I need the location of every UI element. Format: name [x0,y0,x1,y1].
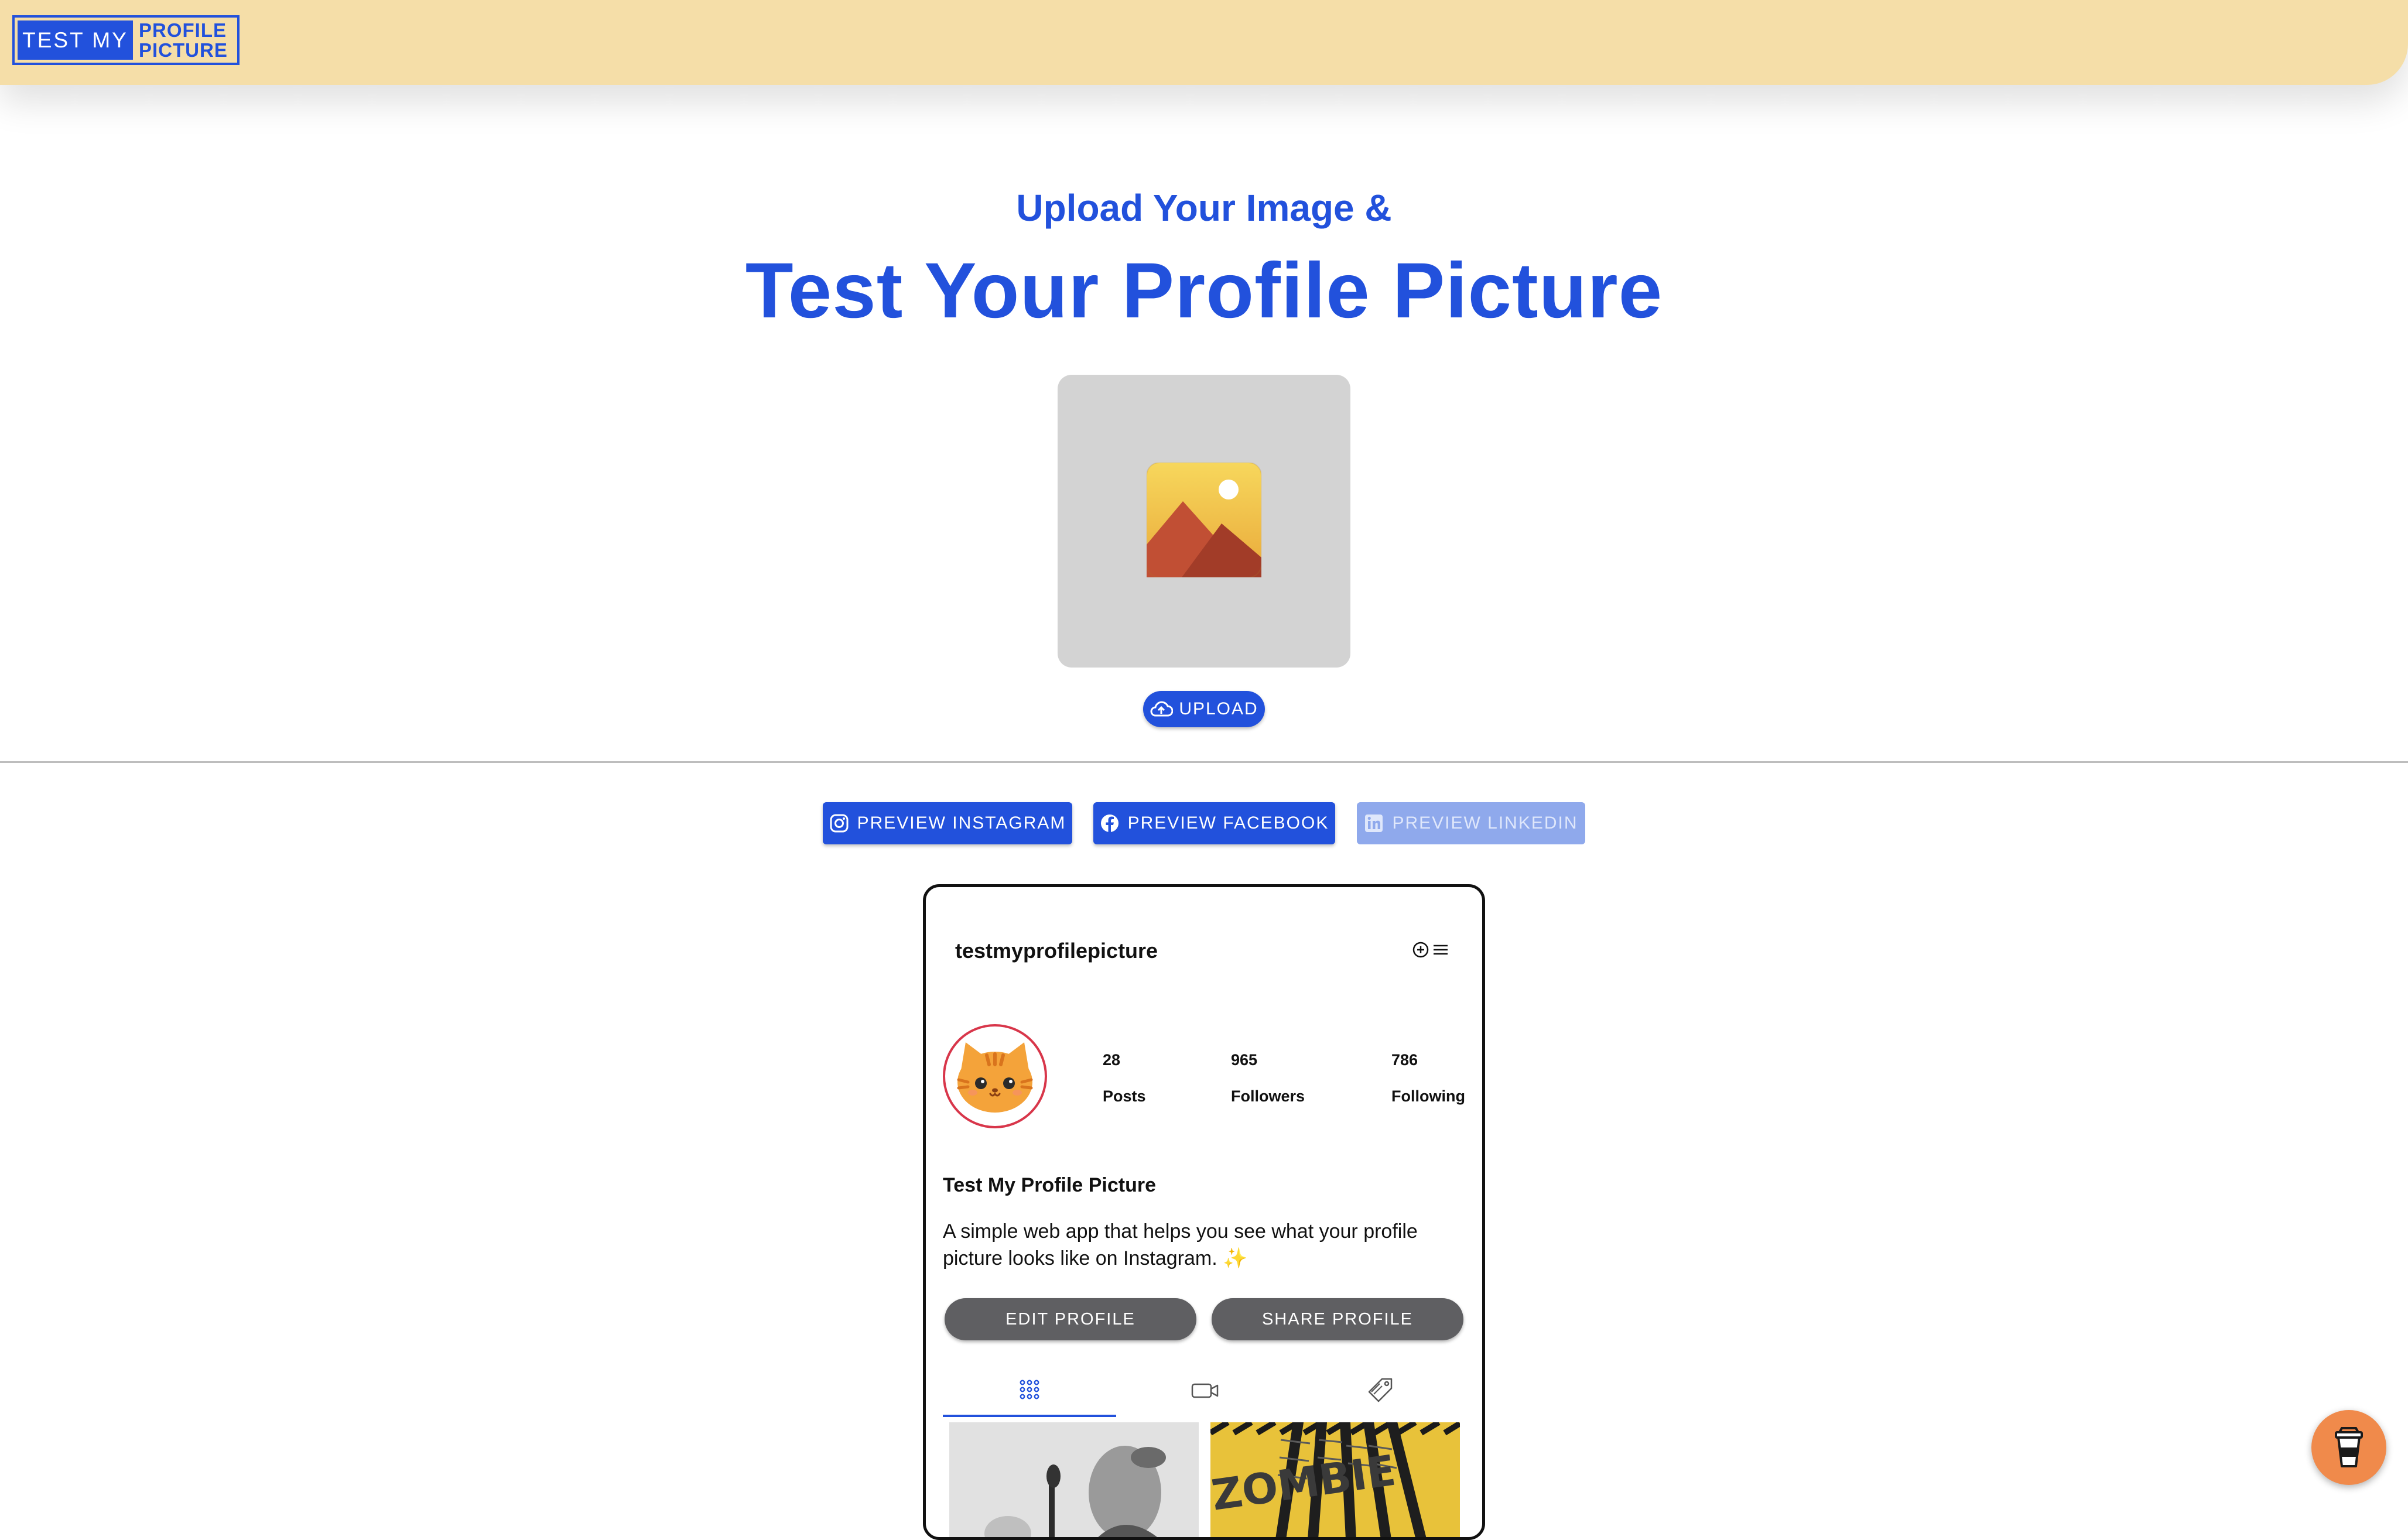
image-placeholder-icon [1147,463,1261,577]
section-divider [0,761,2408,763]
stat-following-value: 786 [1391,1051,1418,1069]
site-logo[interactable]: TEST MY PROFILE PICTURE [12,15,240,65]
buy-me-coffee-button[interactable] [2311,1410,2386,1485]
hero-title: Test Your Profile Picture [745,247,1663,334]
preview-facebook-label: PREVIEW FACEBOOK [1127,813,1329,833]
profile-bio: A simple web app that helps you see what… [943,1220,1418,1269]
logo-line-2: PICTURE [139,39,228,61]
preview-linkedin-label: PREVIEW LINKEDIN [1392,813,1578,833]
stat-followers-value: 965 [1231,1051,1258,1069]
tag-icon [1368,1378,1393,1402]
tab-video[interactable] [1119,1364,1292,1417]
tab-grid[interactable] [943,1364,1116,1417]
profile-avatar[interactable] [943,1024,1047,1128]
logo-text-right: PROFILE PICTURE [133,18,237,63]
tab-tagged[interactable] [1294,1364,1468,1417]
instagram-icon [830,814,849,833]
edit-profile-button[interactable]: EDIT PROFILE [945,1298,1196,1340]
post-thumbnail-singer[interactable] [949,1422,1199,1537]
linkedin-icon [1365,815,1383,832]
preview-facebook-button[interactable]: PREVIEW FACEBOOK [1093,802,1335,844]
video-icon [1191,1383,1219,1398]
zombie-poster-icon: ZOMBIE [1210,1422,1460,1537]
preview-linkedin-button[interactable]: PREVIEW LINKEDIN [1357,802,1585,844]
stat-followers-label: Followers [1231,1087,1305,1105]
preview-instagram-button[interactable]: PREVIEW INSTAGRAM [823,802,1072,844]
top-header: TEST MY PROFILE PICTURE [0,0,2408,85]
preview-instagram-label: PREVIEW INSTAGRAM [857,813,1066,833]
logo-text-left: TEST MY [18,20,133,60]
add-post-icon[interactable] [1412,941,1429,959]
post-thumbnail-zombie[interactable]: ZOMBIE [1210,1422,1460,1537]
stat-following-label: Following [1391,1087,1465,1105]
menu-icon[interactable] [1432,941,1449,959]
singer-photo-icon [949,1422,1199,1537]
grid-icon [1020,1380,1039,1399]
coffee-cup-icon [2335,1427,2363,1467]
instagram-profile-preview: testmyprofilepicture 28 Posts 965 Follow… [923,884,1485,1540]
share-profile-button[interactable]: SHARE PROFILE [1212,1298,1463,1340]
cat-avatar-icon [948,1029,1042,1123]
upload-label: UPLOAD [1179,699,1258,718]
profile-display-name: Test My Profile Picture [943,1174,1157,1196]
cloud-upload-icon [1150,701,1174,717]
hero-subtitle: Upload Your Image & [1016,187,1392,229]
facebook-icon [1100,815,1119,832]
logo-line-1: PROFILE [139,19,227,41]
upload-button[interactable]: UPLOAD [1143,691,1265,727]
stat-posts-value: 28 [1103,1051,1121,1069]
stat-posts-label: Posts [1103,1087,1146,1105]
profile-tabs [943,1364,1470,1417]
profile-top-icons [1412,941,1449,959]
image-drop-area[interactable] [1058,375,1350,668]
profile-username: testmyprofilepicture [955,939,1158,963]
